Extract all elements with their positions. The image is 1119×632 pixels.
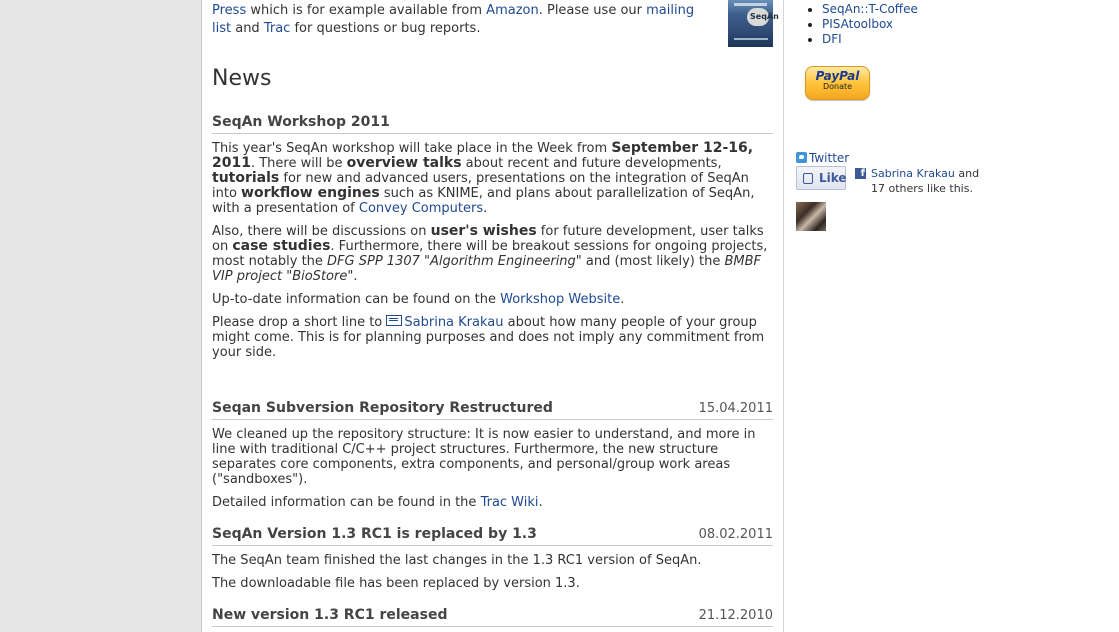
list-item: SeqAn::T-Coffee (804, 2, 918, 17)
list-link[interactable]: list (212, 21, 231, 36)
book-cover-image[interactable]: SeqAn (728, 0, 779, 47)
news-item-body: This year's SeqAn workshop will take pla… (212, 141, 773, 361)
text: . (538, 495, 543, 510)
news-item-title-row: SeqAn Workshop 2011 (212, 114, 773, 134)
book-cover-stripe (734, 3, 767, 6)
bold-text: user's wishes (430, 223, 537, 239)
text: 17 others like this. (871, 182, 973, 195)
news-item-body: The SeqAn team finished the last changes… (212, 553, 773, 591)
sidebar-link-dfi[interactable]: DFI (822, 32, 842, 46)
text: Please drop a short line to (212, 315, 387, 330)
facebook-icon: f (855, 168, 866, 179)
book-cover-title: SeqAn (750, 12, 779, 21)
text: Also, there will be discussions on (212, 224, 431, 239)
text: Detailed information can be found in the (212, 495, 481, 510)
mail-link-label: Sabrina Krakau (404, 315, 504, 330)
news-item-date: 15.04.2011 (698, 401, 773, 416)
trac-link[interactable]: Trac (264, 21, 291, 36)
italic-text: DFG SPP 1307 "Algorithm Engineering" (327, 254, 582, 269)
press-link[interactable]: Press (212, 3, 246, 18)
text: Up-to-date information can be found on t… (212, 292, 501, 307)
intro-text-1: which is for example available from (246, 3, 487, 18)
book-cover-line (734, 38, 768, 40)
intro-text-3: and (231, 21, 264, 36)
fb-user-link[interactable]: Sabrina Krakau (871, 167, 955, 180)
mailing-link[interactable]: mailing (646, 3, 694, 18)
bold-text: overview talks (346, 155, 462, 171)
sidebar-link-tcoffee[interactable]: SeqAn::T-Coffee (822, 2, 918, 16)
news-item-date: 08.02.2011 (698, 527, 773, 542)
twitter-link[interactable]: Twitter (809, 151, 849, 165)
twitter-link-wrap: Twitter (796, 151, 849, 165)
convey-link[interactable]: Convey Computers (359, 201, 483, 216)
text: . There will be (250, 156, 347, 171)
like-label: Like (819, 171, 847, 185)
text: and (most likely) the (581, 254, 725, 269)
paypal-donate-button[interactable]: PayPal Donate (805, 66, 870, 100)
list-item: DFI (804, 32, 918, 47)
text: and (954, 167, 980, 180)
main-column: Press which is for example available fro… (202, 0, 784, 632)
text: We cleaned up the repository structure: … (212, 427, 756, 487)
intro-text-2: . Please use our (538, 3, 647, 18)
news-item-date: 21.12.2010 (698, 608, 773, 623)
news-item-body: We cleaned up the repository structure: … (212, 427, 773, 510)
news-item-title: Seqan Subversion Repository Restructured (212, 400, 553, 416)
paypal-logo: PayPal (815, 69, 860, 83)
twitter-icon (796, 152, 807, 163)
intro-paragraph: Press which is for example available fro… (212, 2, 722, 38)
news-heading: News (212, 66, 272, 91)
news-item-title: New version 1.3 RC1 released (212, 607, 448, 623)
text: The SeqAn team finished the last changes… (212, 553, 702, 568)
sidebar: SeqAn::T-Coffee PISAtoolbox DFI PayPal D… (784, 0, 1119, 632)
news-item-title: SeqAn Workshop 2011 (212, 114, 390, 130)
text: about recent and future developments, (461, 156, 722, 171)
sidebar-link-list: SeqAn::T-Coffee PISAtoolbox DFI (804, 2, 918, 47)
facebook-like-text: Sabrina Krakau and 17 others like this. (871, 166, 991, 196)
sabrina-mail-link[interactable]: Sabrina Krakau (386, 315, 504, 330)
mail-icon (386, 315, 403, 326)
text: . (620, 292, 625, 307)
amazon-link[interactable]: Amazon (486, 3, 539, 18)
intro-text-4: for questions or bug reports. (290, 21, 481, 36)
workshop-website-link[interactable]: Workshop Website (500, 292, 620, 307)
list-item: PISAtoolbox (804, 17, 918, 32)
thumbs-up-icon (803, 173, 813, 184)
news-item-title-row: New version 1.3 RC1 released 21.12.2010 (212, 607, 773, 627)
trac-wiki-link[interactable]: Trac Wiki (481, 495, 539, 510)
bold-text: case studies (232, 238, 331, 254)
avatar[interactable] (796, 202, 826, 231)
news-item-title-row: SeqAn Version 1.3 RC1 is replaced by 1.3… (212, 526, 773, 546)
text: . (483, 201, 488, 216)
sidebar-link-pisatoolbox[interactable]: PISAtoolbox (822, 17, 893, 31)
facebook-like-button[interactable]: Like (796, 166, 847, 190)
text: This year's SeqAn workshop will take pla… (212, 141, 612, 156)
page: Press which is for example available fro… (201, 0, 1119, 632)
paypal-donate-label: Donate (822, 82, 853, 91)
news-item-title-row: Seqan Subversion Repository Restructured… (212, 400, 773, 420)
text: The downloadable file has been replaced … (212, 576, 580, 591)
bold-text: tutorials (212, 170, 280, 186)
news-item-title: SeqAn Version 1.3 RC1 is replaced by 1.3 (212, 526, 537, 542)
text: . (353, 269, 358, 284)
bold-text: workflow engines (241, 185, 380, 201)
